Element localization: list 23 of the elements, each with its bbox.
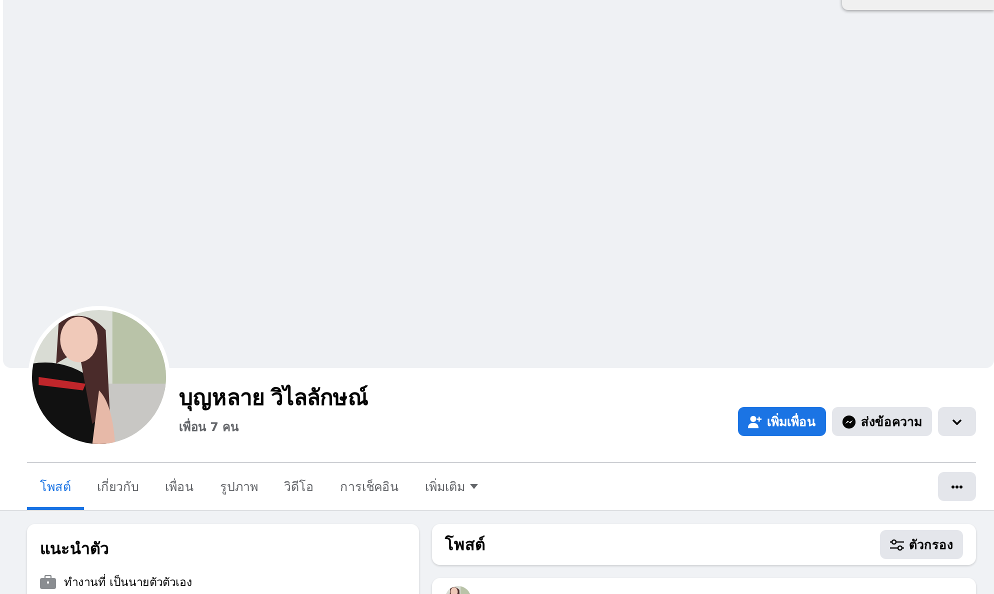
posts-title: โพสต์ <box>445 534 485 556</box>
profile-name: บุญหลาย วิไลลักษณ์ <box>179 384 370 414</box>
chevron-down-icon <box>952 418 962 424</box>
friend-count[interactable]: เพื่อน 7 คน <box>179 417 738 436</box>
message-button[interactable]: ส่งข้อความ <box>832 407 932 436</box>
profile-tab[interactable]: การเช็คอิน <box>327 466 412 510</box>
intro-title: แนะนำตัว <box>40 538 110 560</box>
briefcase-icon <box>40 575 56 589</box>
caret-icon <box>470 484 478 489</box>
add-friend-button[interactable]: เพิ่มเพื่อน <box>738 407 826 436</box>
profile-tab[interactable]: เพื่อน <box>152 466 207 510</box>
more-button[interactable] <box>938 472 976 501</box>
filter-button[interactable]: ตัวกรอง <box>880 530 963 559</box>
messenger-icon <box>842 414 856 428</box>
more-icon <box>951 484 963 488</box>
profile-tab[interactable]: วิดีโอ <box>271 466 327 510</box>
profile-tab[interactable]: โพสต์ <box>27 466 84 510</box>
profile-tab[interactable]: เพิ่มเติม <box>412 466 491 510</box>
add-friend-icon <box>748 414 762 428</box>
sliders-icon <box>890 538 904 550</box>
profile-tab[interactable]: เกี่ยวกับ <box>84 466 152 510</box>
profile-tab[interactable]: รูปภาพ <box>207 466 271 510</box>
work-info: ทำงานที่ เป็นนายตัวตัวเอง <box>64 573 193 591</box>
